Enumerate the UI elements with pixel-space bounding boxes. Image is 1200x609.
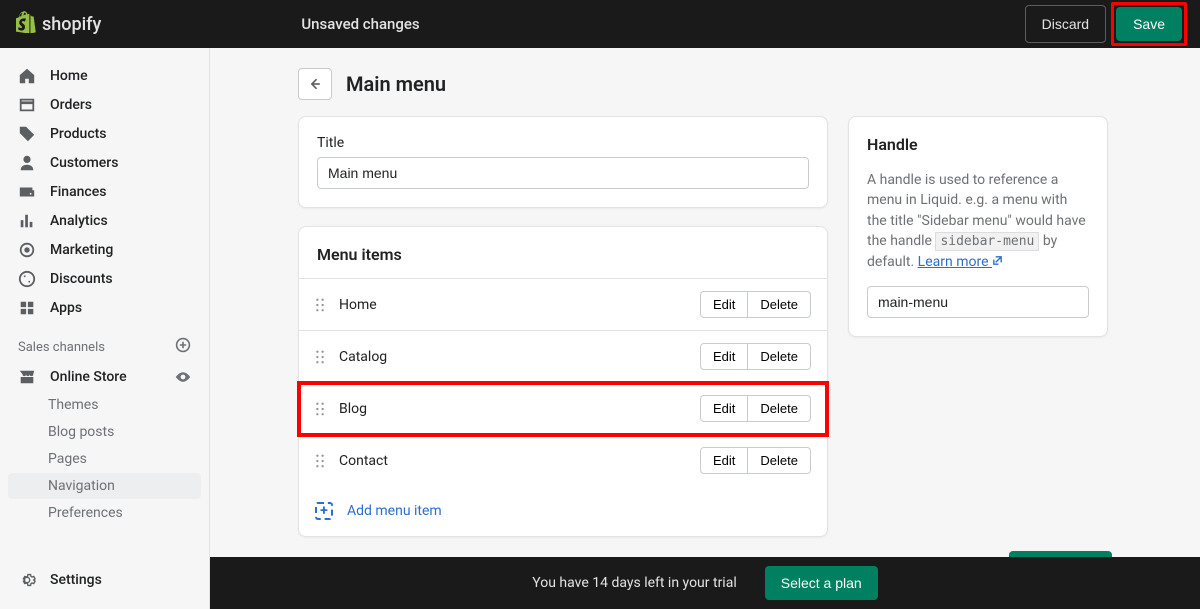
save-button[interactable]: Save [1116,7,1182,41]
sidebar-item-label: Home [50,68,88,84]
back-button[interactable] [298,68,332,100]
percent-icon [18,270,36,288]
menu-title-input[interactable] [317,157,809,189]
learn-more-link[interactable]: Learn more [918,254,1003,270]
drag-handle-icon[interactable] [315,402,327,416]
menu-items-card: Menu items Home Edit Delete Ca [298,226,828,537]
shopify-bag-icon [16,11,36,38]
arrow-left-icon [307,76,323,92]
handle-title: Handle [867,135,1089,154]
sidebar-item-finances[interactable]: Finances [8,178,201,206]
menu-item-row: Contact Edit Delete [299,435,827,486]
person-icon [18,154,36,172]
add-menu-item[interactable]: + Add menu item [299,486,827,536]
sales-channels-header: Sales channels [8,323,201,363]
handle-input[interactable] [867,286,1089,318]
sidebar-item-settings[interactable]: Settings [8,566,201,594]
menu-item-row: Blog Edit Delete [299,383,827,435]
sidebar-item-label: Settings [50,572,102,588]
handle-description: A handle is used to reference a menu in … [867,170,1089,272]
sidebar-item-label: Discounts [50,271,113,287]
bars-icon [18,212,36,230]
drag-handle-icon[interactable] [315,298,327,312]
main-content: Main menu Title Menu items Home [210,48,1200,609]
topbar: shopify Unsaved changes Discard Save [0,0,1200,48]
sidebar-item-analytics[interactable]: Analytics [8,207,201,235]
view-store-icon[interactable] [175,369,191,385]
target-icon [18,241,36,259]
sidebar-item-products[interactable]: Products [8,120,201,148]
drag-handle-icon[interactable] [315,454,327,468]
tag-icon [18,125,36,143]
sidebar-item-label: Apps [50,300,82,316]
menu-item-label: Home [339,297,688,313]
topbar-actions: Discard Save [1025,5,1184,43]
add-icon: + [315,502,333,520]
delete-button[interactable]: Delete [748,291,811,318]
trial-bar: You have 14 days left in your trial Sele… [210,557,1200,609]
brand-text: shopify [42,14,101,35]
external-link-icon [992,252,1003,263]
sidebar-sub-pages[interactable]: Pages [8,446,201,472]
sidebar-sub-navigation[interactable]: Navigation [8,473,201,499]
edit-button[interactable]: Edit [700,343,748,370]
menu-item-row: Home Edit Delete [299,279,827,331]
wallet-icon [18,183,36,201]
store-icon [18,368,36,386]
menu-item-label: Contact [339,453,688,469]
edit-button[interactable]: Edit [700,291,748,318]
save-highlight: Save [1111,2,1187,46]
sidebar-item-label: Customers [50,155,118,171]
delete-button[interactable]: Delete [748,447,811,474]
title-card: Title [298,116,828,208]
menu-item-label: Catalog [339,349,688,365]
sidebar-item-home[interactable]: Home [8,62,201,90]
sidebar-item-label: Marketing [50,242,113,258]
drag-handle-icon[interactable] [315,350,327,364]
add-channel-icon[interactable] [175,337,191,357]
sales-channels-label: Sales channels [18,340,105,355]
page-header: Main menu [210,68,1200,116]
menu-items-heading: Menu items [299,227,827,278]
sidebar-item-label: Orders [50,97,92,113]
unsaved-changes-label: Unsaved changes [301,15,419,33]
sidebar-item-discounts[interactable]: Discounts [8,265,201,293]
title-label: Title [317,135,809,151]
brand-logo: shopify [16,11,101,38]
edit-button[interactable]: Edit [700,447,748,474]
sidebar: Home Orders Products Customers Finances … [0,48,210,609]
sidebar-item-customers[interactable]: Customers [8,149,201,177]
menu-item-row: Catalog Edit Delete [299,331,827,383]
add-menu-item-label: Add menu item [347,503,442,519]
menu-item-label: Blog [339,401,688,417]
gear-icon [18,571,36,589]
select-plan-button[interactable]: Select a plan [765,566,878,600]
sidebar-sub-themes[interactable]: Themes [8,392,201,418]
sidebar-item-orders[interactable]: Orders [8,91,201,119]
sidebar-item-label: Products [50,126,107,142]
delete-button[interactable]: Delete [748,395,811,422]
handle-card: Handle A handle is used to reference a m… [848,116,1108,337]
edit-button[interactable]: Edit [700,395,748,422]
home-icon [18,67,36,85]
sidebar-item-label: Analytics [50,213,108,229]
orders-icon [18,96,36,114]
sidebar-item-label: Online Store [50,369,127,385]
trial-text: You have 14 days left in your trial [532,575,736,591]
sidebar-item-online-store[interactable]: Online Store [8,363,201,391]
discard-button[interactable]: Discard [1025,5,1106,43]
sidebar-item-marketing[interactable]: Marketing [8,236,201,264]
page-title: Main menu [346,72,446,96]
sidebar-item-apps[interactable]: Apps [8,294,201,322]
sidebar-sub-blog-posts[interactable]: Blog posts [8,419,201,445]
grid-icon [18,299,36,317]
delete-button[interactable]: Delete [748,343,811,370]
sidebar-item-label: Finances [50,184,106,200]
sidebar-sub-preferences[interactable]: Preferences [8,500,201,526]
